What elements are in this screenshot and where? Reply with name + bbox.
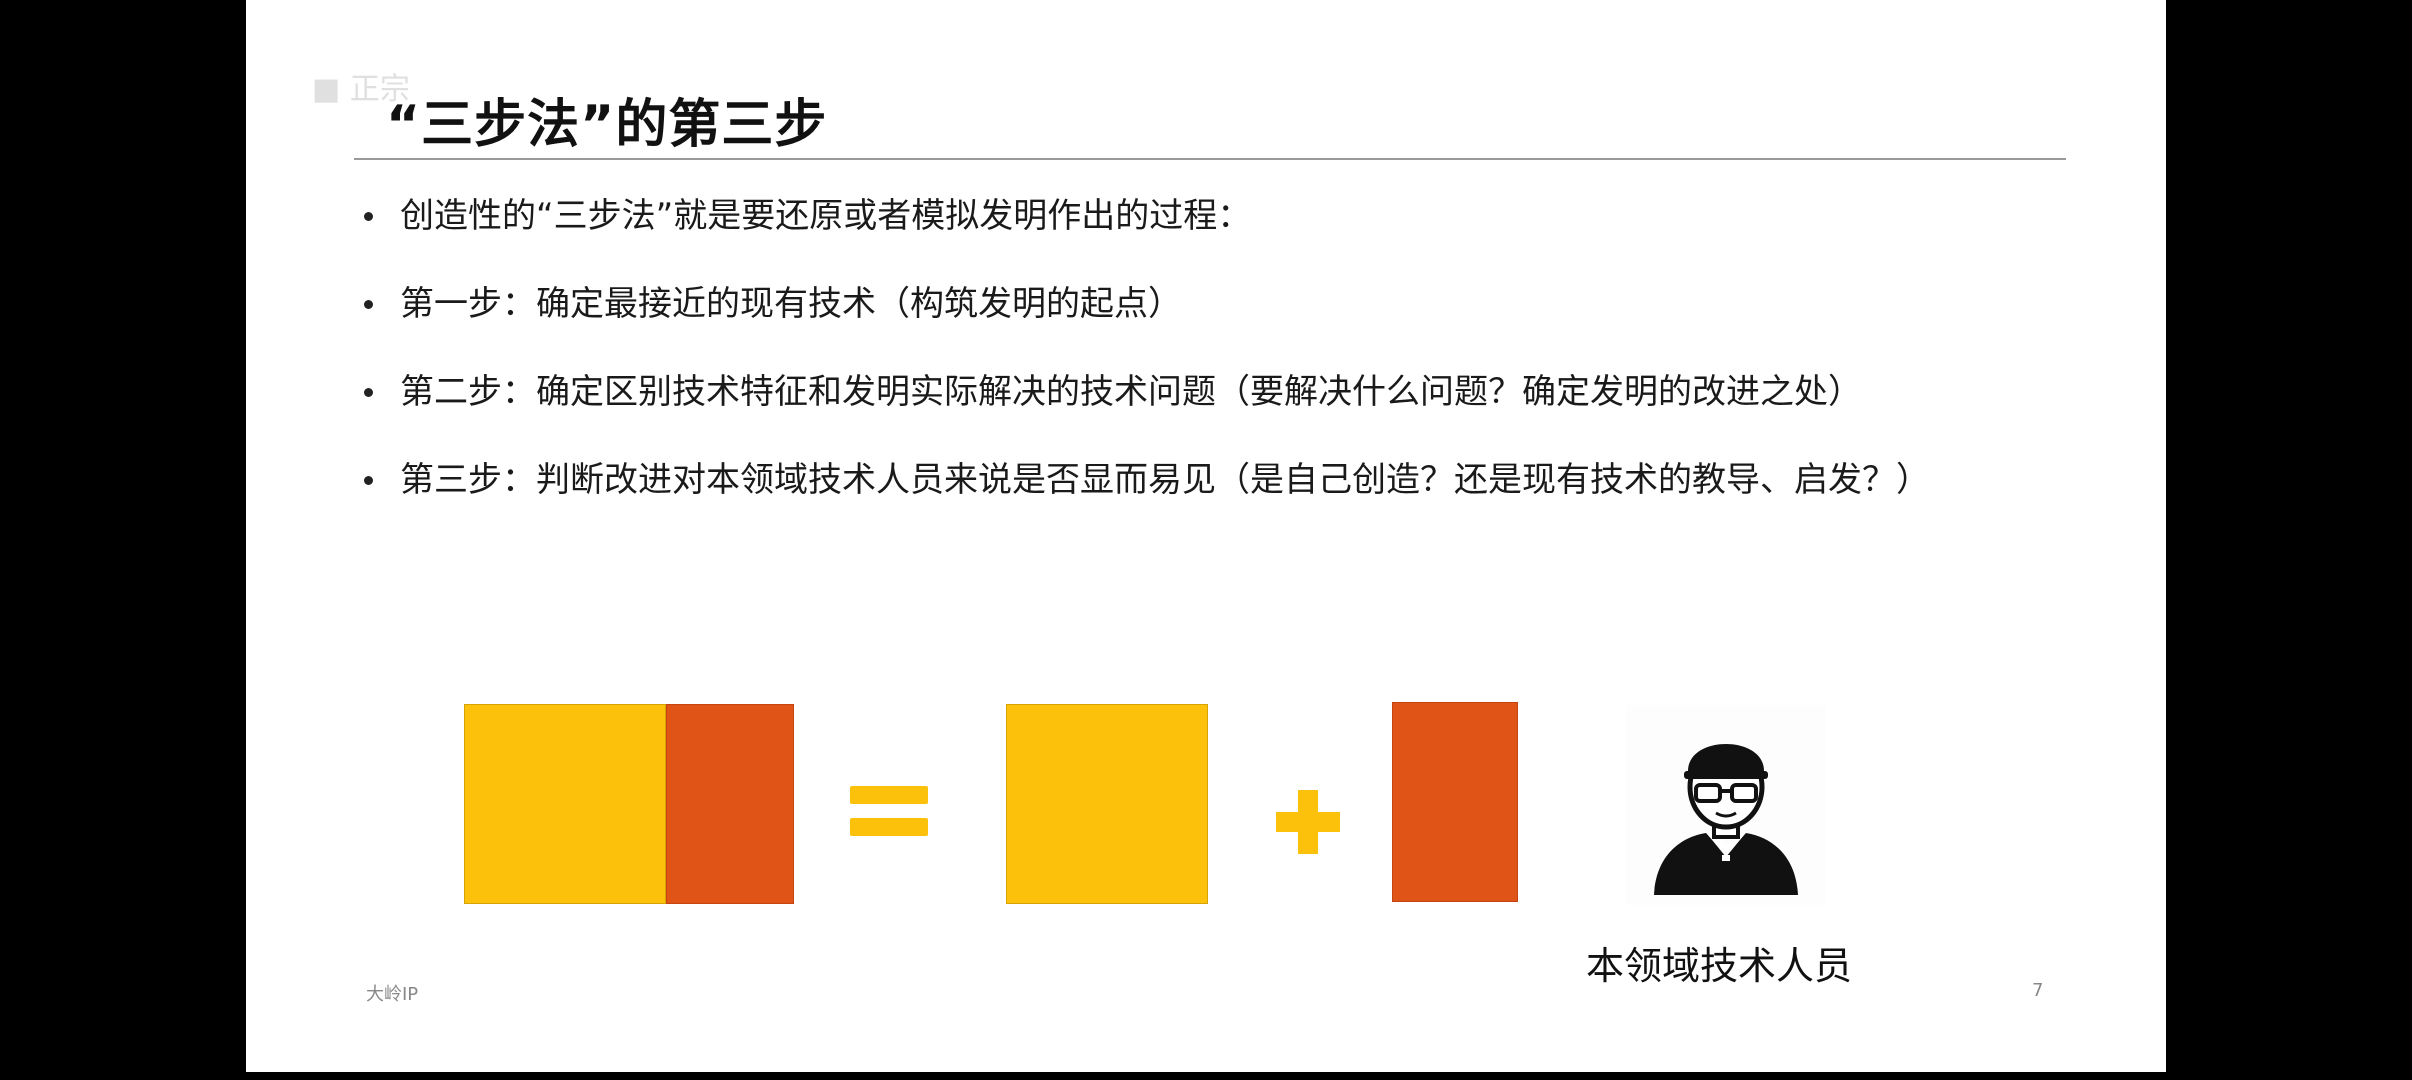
combined-block-prior-art-part [464, 704, 666, 904]
person-with-cap-and-glasses-icon [1626, 705, 1826, 905]
person-label: 本领域技术人员 [1586, 935, 1852, 990]
improvement-block [1392, 702, 1518, 902]
footer-brand: 大岭IP [366, 980, 418, 1006]
screen: ■ 正宗 “三步法”的第三步 创造性的“三步法”就是要还原或者模拟发明作出的过程… [0, 0, 2412, 1080]
slide: ■ 正宗 “三步法”的第三步 创造性的“三步法”就是要还原或者模拟发明作出的过程… [246, 0, 2166, 1072]
formula-diagram: 本领域技术人员 [246, 0, 2166, 1072]
combined-block-improvement-part [666, 704, 794, 904]
prior-art-block [1006, 704, 1208, 904]
page-number: 7 [2032, 980, 2043, 1001]
